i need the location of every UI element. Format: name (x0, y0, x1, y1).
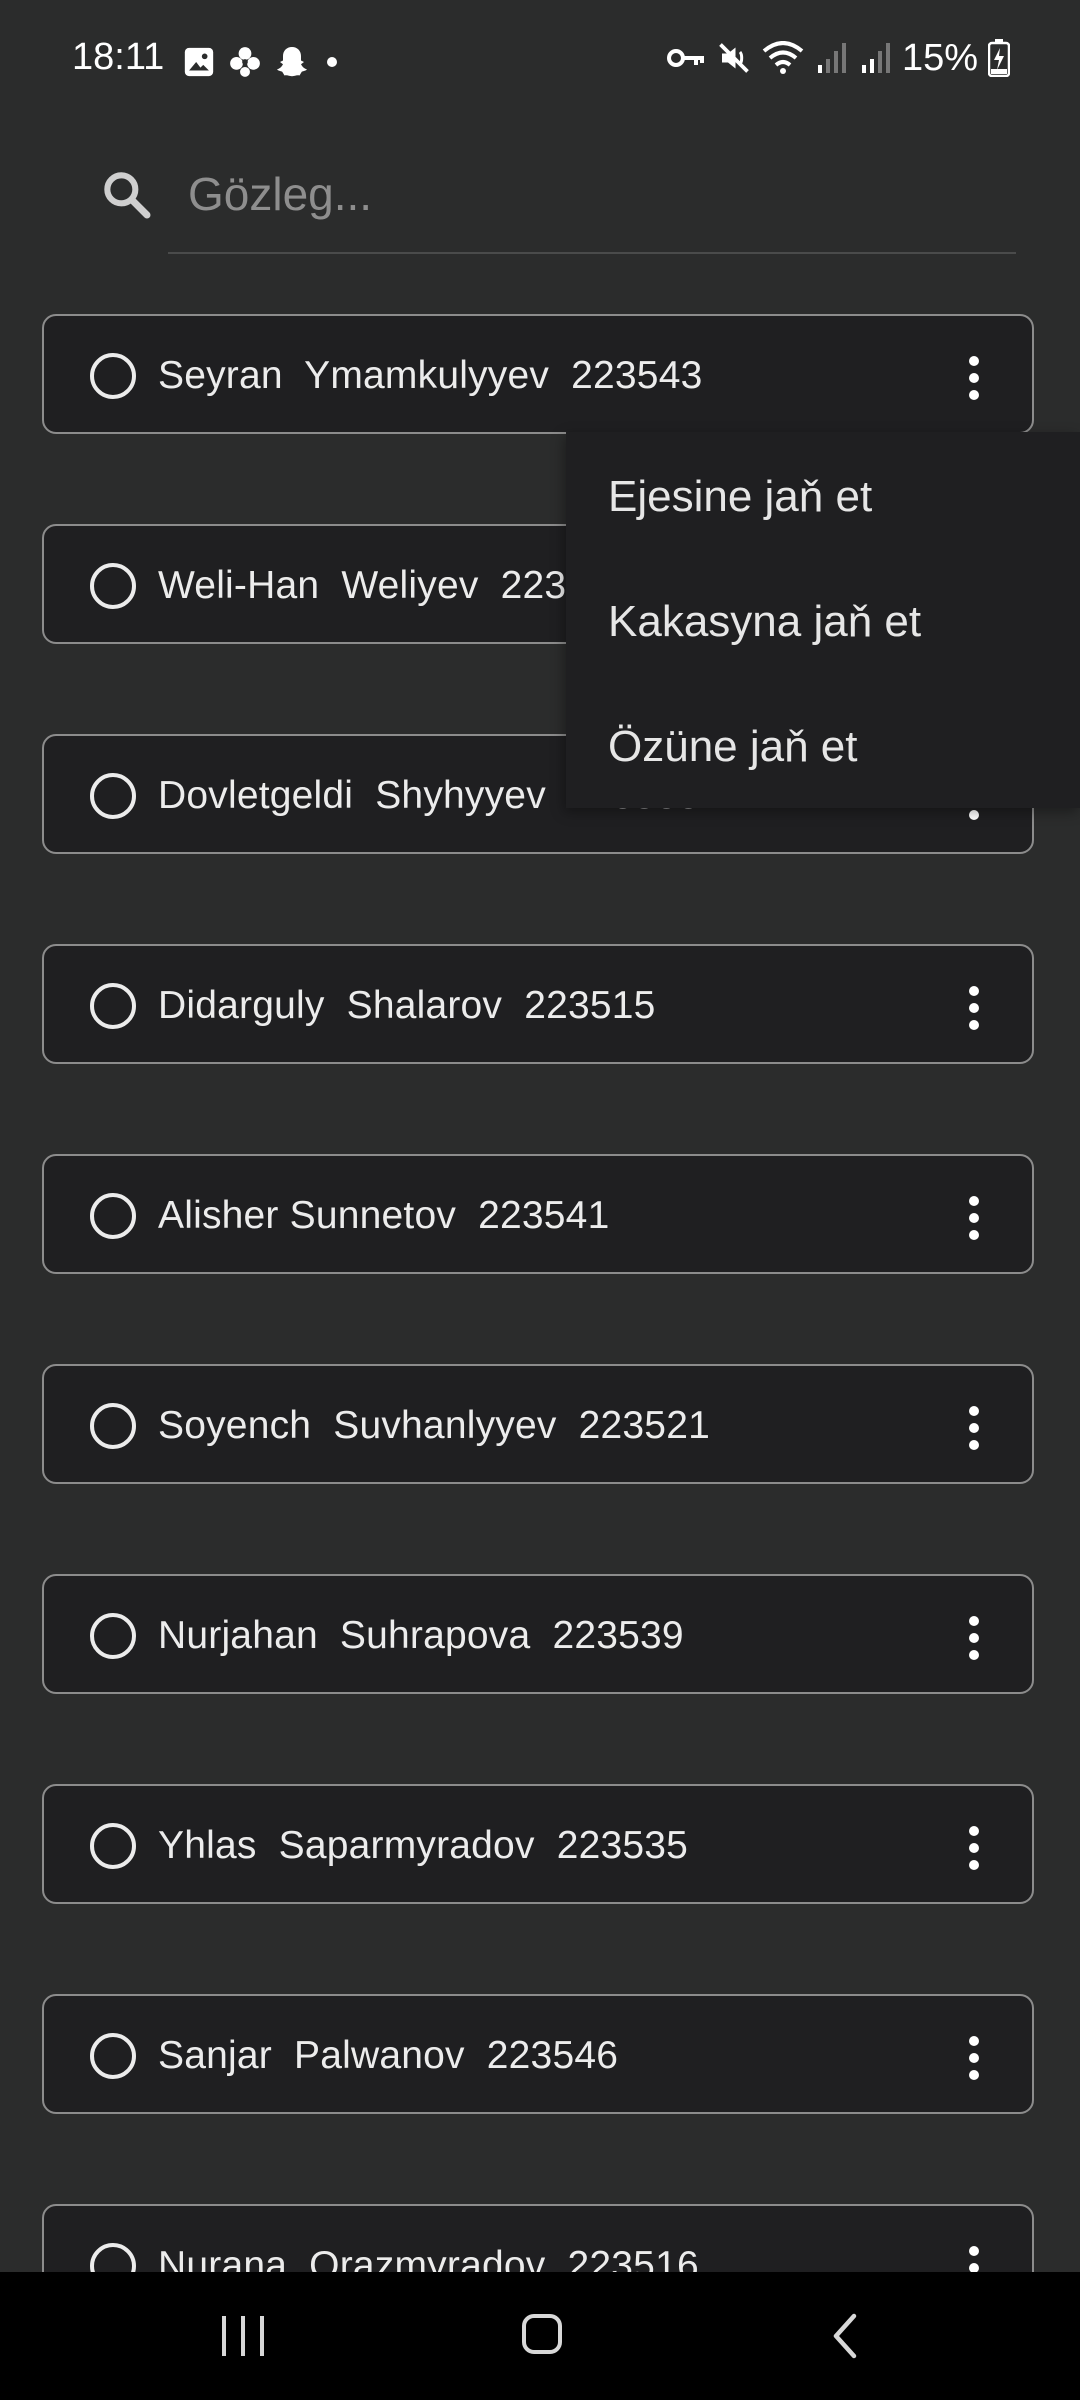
radio-button[interactable] (90, 353, 136, 399)
student-label: Yhlas Saparmyradov 223535 (158, 1824, 689, 1867)
menu-item-call-self[interactable]: Özüne jaň et (566, 682, 1080, 808)
back-icon[interactable] (826, 2312, 866, 2360)
dot-icon (327, 57, 337, 67)
student-label: Seyran Ymamkulyyev 223543 (158, 354, 703, 397)
student-label: Didarguly Shalarov 223515 (158, 984, 656, 1027)
battery-percentage: 15% (901, 36, 978, 79)
battery-charging-icon (988, 39, 1010, 77)
navigation-bar (0, 2272, 1080, 2400)
radio-button[interactable] (90, 773, 136, 819)
search-underline (168, 252, 1016, 254)
more-vert-icon[interactable] (966, 356, 982, 400)
menu-item-label: Özüne jaň et (608, 722, 858, 771)
more-vert-icon[interactable] (966, 986, 982, 1030)
radio-button[interactable] (90, 1403, 136, 1449)
student-row[interactable]: Alisher Sunnetov 223541 (42, 1154, 1034, 1274)
student-row[interactable]: Sanjar Palwanov 223546 (42, 1994, 1034, 2114)
radio-button[interactable] (90, 983, 136, 1029)
student-row[interactable]: Seyran Ymamkulyyev 223543 (42, 314, 1034, 434)
more-vert-icon[interactable] (966, 1826, 982, 1870)
student-row[interactable]: Yhlas Saparmyradov 223535 (42, 1784, 1034, 1904)
student-label: Nurjahan Suhrapova 223539 (158, 1614, 684, 1657)
student-row[interactable]: Didarguly Shalarov 223515 (42, 944, 1034, 1064)
student-label: Alisher Sunnetov 223541 (158, 1194, 610, 1237)
more-vert-icon[interactable] (966, 1196, 982, 1240)
search-bar (0, 130, 1080, 260)
mute-icon (719, 43, 749, 73)
gallery-icon (184, 47, 214, 77)
status-time: 18:11 (72, 36, 165, 78)
search-icon[interactable] (98, 166, 154, 222)
menu-item-label: Ejesine jaň et (608, 472, 873, 521)
student-label: Soyench Suvhanlyyev 223521 (158, 1404, 710, 1447)
radio-button[interactable] (90, 2033, 136, 2079)
student-row[interactable]: Nurana Orazmyradov 223516 (42, 2204, 1034, 2272)
signal-icon (861, 43, 890, 73)
recents-icon[interactable] (222, 2316, 264, 2356)
student-label: Nurana Orazmyradov 223516 (158, 2244, 699, 2272)
student-label: Weli-Han Weliyev 223 (158, 564, 567, 607)
more-vert-icon[interactable] (966, 1406, 982, 1450)
menu-item-call-father[interactable]: Kakasyna jaň et (566, 557, 1080, 683)
radio-button[interactable] (90, 1823, 136, 1869)
popup-menu: Ejesine jaň et Kakasyna jaň et Özüne jaň… (566, 432, 1080, 808)
radio-button[interactable] (90, 563, 136, 609)
status-notification-icons (182, 42, 342, 82)
radio-button[interactable] (90, 1613, 136, 1659)
radio-button[interactable] (90, 2243, 136, 2272)
home-icon[interactable] (522, 2314, 562, 2354)
key-icon (666, 49, 704, 67)
student-row[interactable]: Soyench Suvhanlyyev 223521 (42, 1364, 1034, 1484)
more-vert-icon[interactable] (966, 1616, 982, 1660)
status-system-icons: 15% (666, 36, 1010, 80)
menu-item-call-mother[interactable]: Ejesine jaň et (566, 432, 1080, 558)
wifi-icon (762, 41, 804, 74)
more-vert-icon[interactable] (966, 2036, 982, 2080)
student-label: Sanjar Palwanov 223546 (158, 2034, 619, 2077)
search-input[interactable] (168, 158, 1028, 230)
pinwheel-icon (230, 47, 260, 77)
snapchat-icon (277, 47, 307, 77)
radio-button[interactable] (90, 1193, 136, 1239)
menu-item-label: Kakasyna jaň et (608, 597, 922, 646)
signal-icon (817, 43, 846, 73)
status-bar: 18:11 15% (0, 0, 1080, 120)
student-row[interactable]: Nurjahan Suhrapova 223539 (42, 1574, 1034, 1694)
more-vert-icon[interactable] (966, 2246, 982, 2272)
